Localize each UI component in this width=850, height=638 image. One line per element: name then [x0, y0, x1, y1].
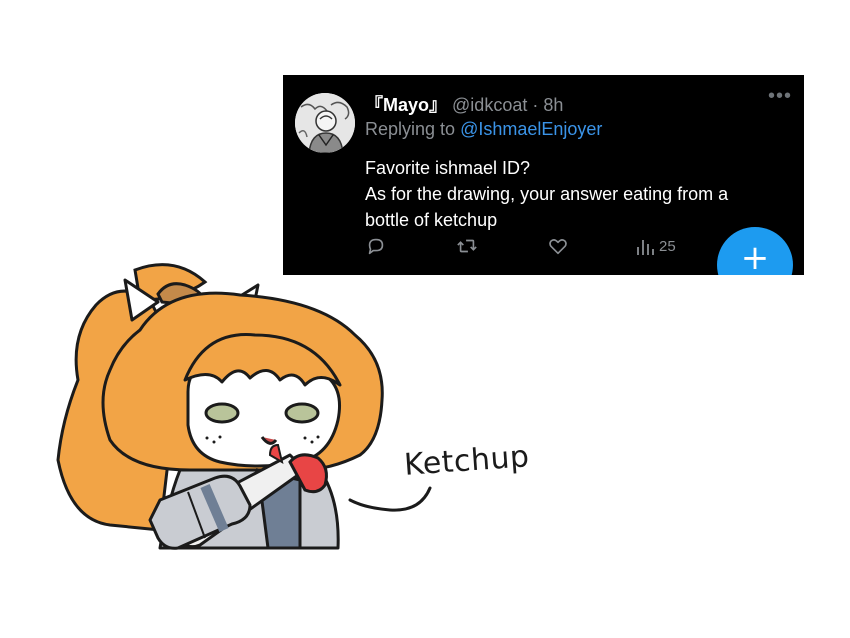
character-drawing: [56, 263, 432, 550]
left-eye: [204, 402, 240, 424]
right-eye: [284, 402, 320, 424]
annotation-arrow: [348, 486, 432, 512]
